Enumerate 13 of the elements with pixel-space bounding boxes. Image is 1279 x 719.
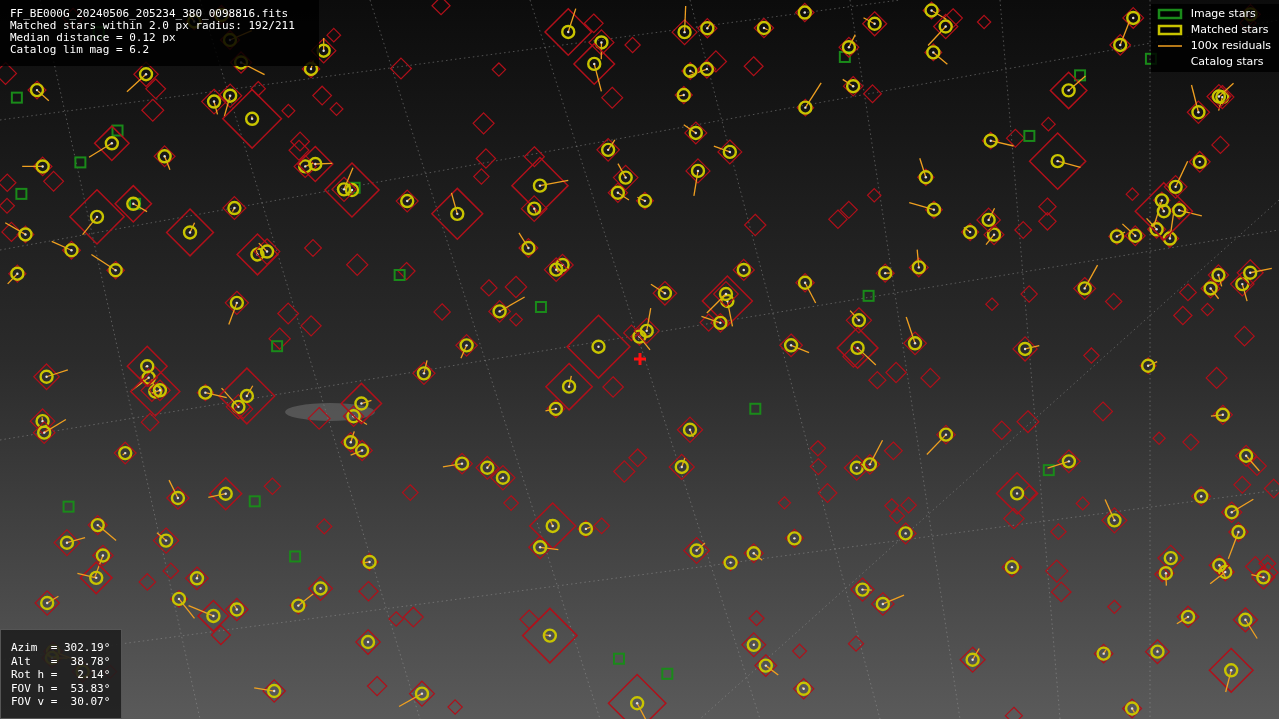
info-text: Median distance = 0.12 px bbox=[10, 32, 176, 44]
legend-label: 100x residuals bbox=[1190, 39, 1271, 53]
info-text: Catalog lim mag = 6.2 bbox=[10, 44, 150, 56]
pointing-text: Alt = 38.78° bbox=[11, 654, 111, 668]
pointing-text: Rot h = 2.14° bbox=[11, 668, 111, 682]
legend-label: Image stars bbox=[1190, 7, 1256, 21]
pointing-text: FOV v = 30.07° bbox=[11, 695, 111, 709]
legend-label: Catalog stars bbox=[1190, 55, 1264, 69]
legend-label: Matched stars bbox=[1190, 23, 1269, 37]
pointing-text: FOV h = 53.83° bbox=[11, 681, 111, 695]
info-text: FF_BE000G_20240506_205234_380_0098816.fits bbox=[10, 8, 289, 20]
pointing-text: Azim = 302.19° bbox=[11, 641, 111, 655]
info-text: Matched stars within 2.0 px radius: 192/211 bbox=[10, 20, 295, 32]
